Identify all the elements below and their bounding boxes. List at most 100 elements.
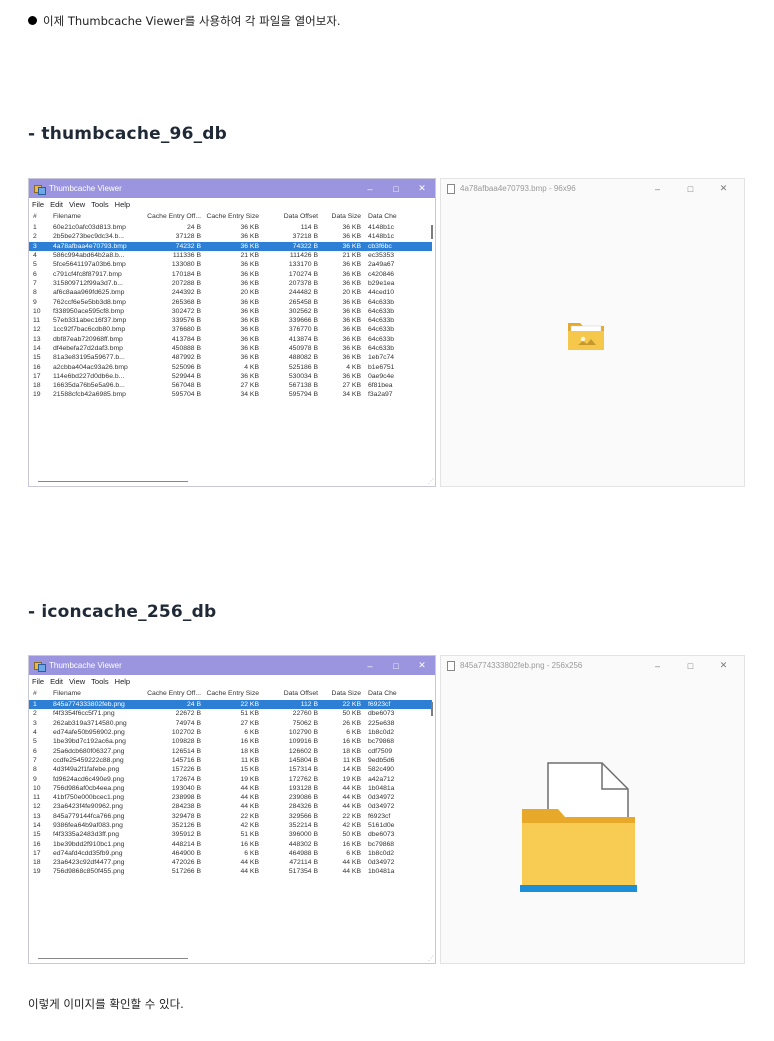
table-row[interactable]: 18 23a6423c92df4477.png 472026 B 44 KB 47211… bbox=[29, 858, 432, 867]
menu-help[interactable]: Help bbox=[115, 200, 130, 209]
column-header-cache-entry-size[interactable]: Cache Entry Size bbox=[203, 690, 261, 697]
table-row[interactable]: 18 16635da76b5e5a96.b... 567048 B 27 KB 5671… bbox=[29, 381, 432, 390]
close-button[interactable]: ✕ bbox=[409, 179, 435, 198]
minimize-button[interactable]: – bbox=[357, 179, 383, 198]
column-header-number[interactable]: # bbox=[29, 690, 49, 697]
preview-minimize-button[interactable]: – bbox=[641, 184, 674, 194]
table-row-selected[interactable]: 3 4a78afbaa4e70793.bmp 74232 B 36 KB 74322 B… bbox=[29, 241, 432, 251]
column-header-filename[interactable]: Filename bbox=[49, 690, 145, 697]
horizontal-scrollbar[interactable] bbox=[38, 958, 188, 959]
cell-cache-entry-offset: 37128 B bbox=[175, 233, 201, 241]
table-row-selected[interactable]: 1 845a774333802feb.png 24 B 22 KB 112 B 22 KB… bbox=[29, 700, 432, 710]
table-row[interactable]: 3 262ab319a3714580.png 74974 B 27 KB 75062 B… bbox=[29, 719, 432, 728]
horizontal-scrollbar[interactable] bbox=[38, 481, 188, 482]
preview-titlebar[interactable]: 845a774333802feb.png - 256x256 – □ ✕ bbox=[441, 656, 744, 675]
cell-cache-entry-size: 36 KB bbox=[240, 233, 259, 241]
column-header-data-checksum[interactable]: Data Che bbox=[363, 213, 432, 220]
table-row[interactable]: 11 57eb331abec16f37.bmp 339576 B 36 KB 33966… bbox=[29, 316, 432, 325]
table-row[interactable]: 4 586c994abd64b2a8.b... 111336 B 21 KB 11142… bbox=[29, 251, 432, 260]
maximize-button[interactable]: □ bbox=[383, 179, 409, 198]
preview-maximize-button[interactable]: □ bbox=[674, 661, 707, 671]
minimize-button[interactable]: – bbox=[357, 656, 383, 675]
menu-edit[interactable]: Edit bbox=[50, 677, 63, 686]
table-row[interactable]: 5 1be39bd7c192ac6a.png 109828 B 16 KB 109916… bbox=[29, 737, 432, 746]
menu-help[interactable]: Help bbox=[115, 677, 130, 686]
menu-edit[interactable]: Edit bbox=[50, 200, 63, 209]
column-header-data-offset[interactable]: Data Offset bbox=[261, 213, 320, 220]
table-row[interactable]: 16 1be39bdd2f910bc1.png 448214 B 16 KB 44830… bbox=[29, 839, 432, 848]
close-button[interactable]: ✕ bbox=[409, 656, 435, 675]
preview-maximize-button[interactable]: □ bbox=[674, 184, 707, 194]
window-titlebar[interactable]: Thumbcache Viewer – □ ✕ bbox=[29, 656, 435, 675]
table-row[interactable]: 9 762ccf6e5e5bb3d8.bmp 265368 B 36 KB 265458… bbox=[29, 297, 432, 306]
cell-filename: 5fce5641197a03b6.bmp bbox=[53, 261, 126, 269]
table-row[interactable]: 8 af6c8aaa969fd625.bmp 244392 B 20 KB 244482… bbox=[29, 288, 432, 297]
table-row[interactable]: 7 315809712f99a3d7.b... 207288 B 36 KB 20737… bbox=[29, 279, 432, 288]
column-header-cache-entry-size[interactable]: Cache Entry Size bbox=[203, 213, 261, 220]
table-row[interactable]: 19 756d9868c850f455.png 517266 B 44 KB 51735… bbox=[29, 867, 432, 876]
cell-filename: 81a3e83195a59677.b... bbox=[53, 354, 125, 362]
cell-number: 5 bbox=[33, 261, 37, 269]
table-row[interactable]: 6 c791cf4fc8f87917.bmp 170184 B 36 KB 170274… bbox=[29, 269, 432, 278]
cell-cache-entry-offset: 74232 B bbox=[175, 242, 201, 250]
vertical-scrollbar[interactable] bbox=[431, 225, 433, 239]
table-row[interactable]: 12 23a6423f4fe90962.png 284238 B 44 KB 28432… bbox=[29, 802, 432, 811]
menu-view[interactable]: View bbox=[69, 677, 85, 686]
menu-tools[interactable]: Tools bbox=[91, 677, 109, 686]
table-row[interactable]: 16 a2cbba404ac93a26.bmp 525096 B 4 KB 525186… bbox=[29, 362, 432, 371]
table-row[interactable]: 17 114e6bd227d0db6e.b... 529944 B 36 KB 5300… bbox=[29, 372, 432, 381]
table-row[interactable]: 11 41bf750e000bcec1.png 238998 B 44 KB 23908… bbox=[29, 793, 432, 802]
column-header-cache-entry-offset[interactable]: Cache Entry Off... bbox=[145, 213, 203, 220]
preview-window-controls: – □ ✕ bbox=[641, 179, 740, 198]
table-row[interactable]: 2 f4f3354f6cc5f71.png 22672 B 51 KB 22760 B 5… bbox=[29, 709, 432, 718]
column-header-data-checksum[interactable]: Data Che bbox=[363, 690, 432, 697]
table-row[interactable]: 17 ed74afd4cdd35fb9.png 464900 B 6 KB 464988… bbox=[29, 849, 432, 858]
column-header-data-offset[interactable]: Data Offset bbox=[261, 690, 320, 697]
table-row[interactable]: 15 81a3e83195a59677.b... 487992 B 36 KB 4880… bbox=[29, 353, 432, 362]
preview-titlebar[interactable]: 4a78afbaa4e70793.bmp - 96x96 – □ ✕ bbox=[441, 179, 744, 198]
menu-view[interactable]: View bbox=[69, 200, 85, 209]
maximize-button[interactable]: □ bbox=[383, 656, 409, 675]
table-row[interactable]: 7 ccdfe25459222c88.png 145716 B 11 KB 145804… bbox=[29, 756, 432, 765]
table-row[interactable]: 13 dbf87eab720968ff.bmp 413784 B 36 KB 41387… bbox=[29, 335, 432, 344]
menu-tools[interactable]: Tools bbox=[91, 200, 109, 209]
table-row[interactable]: 6 25a6dcb680f06327.png 126514 B 18 KB 126602… bbox=[29, 746, 432, 755]
table-row[interactable]: 5 5fce5641197a03b6.bmp 133080 B 36 KB 133170… bbox=[29, 260, 432, 269]
table-row[interactable]: 9 fd9624acd6c490e9.png 172674 B 19 KB 172762… bbox=[29, 774, 432, 783]
cell-data-checksum: a42a712 bbox=[368, 775, 395, 783]
table-row[interactable]: 12 1cc92f7bac6cdb80.bmp 376680 B 36 KB 37677… bbox=[29, 325, 432, 334]
folder-with-document-icon bbox=[520, 762, 637, 892]
column-header-data-size[interactable]: Data Size bbox=[320, 213, 363, 220]
column-header-cache-entry-offset[interactable]: Cache Entry Off... bbox=[145, 690, 203, 697]
vertical-scrollbar[interactable] bbox=[431, 702, 433, 716]
table-row[interactable]: 14 df4ebefa27d2daf3.bmp 450888 B 36 KB 45097… bbox=[29, 344, 432, 353]
resize-grip-icon[interactable]: ⋰ bbox=[428, 955, 434, 962]
menu-file[interactable]: File bbox=[32, 200, 44, 209]
cell-cache-entry-offset: 472026 B bbox=[171, 859, 201, 867]
window-titlebar[interactable]: Thumbcache Viewer – □ ✕ bbox=[29, 179, 435, 198]
table-row[interactable]: 13 845a779144fca766.png 329478 B 22 KB 32956… bbox=[29, 812, 432, 821]
cell-number: 3 bbox=[33, 719, 37, 727]
table-row[interactable]: 10 756d986af0cb4eea.png 193040 B 44 KB 19312… bbox=[29, 784, 432, 793]
table-row[interactable]: 14 9386fea64b9af083.png 352126 B 42 KB 35221… bbox=[29, 821, 432, 830]
cell-filename: 21588cfcb42a6985.bmp bbox=[53, 391, 126, 399]
cell-data-checksum: bc79868 bbox=[368, 840, 395, 848]
column-header-number[interactable]: # bbox=[29, 213, 49, 220]
table-row[interactable]: 19 21588cfcb42a6985.bmp 595704 B 34 KB 59579… bbox=[29, 390, 432, 399]
menu-file[interactable]: File bbox=[32, 677, 44, 686]
cell-data-offset: 37218 B bbox=[292, 233, 318, 241]
preview-close-button[interactable]: ✕ bbox=[707, 660, 740, 671]
table-row[interactable]: 10 f338950ace595cf8.bmp 302472 B 36 KB 30256… bbox=[29, 307, 432, 316]
column-header-data-size[interactable]: Data Size bbox=[320, 690, 363, 697]
table-row[interactable]: 8 4d3f49a2f1fafebe.png 157226 B 15 KB 157314… bbox=[29, 765, 432, 774]
preview-close-button[interactable]: ✕ bbox=[707, 183, 740, 194]
table-row[interactable]: 4 ed74afe50b956902.png 102702 B 6 KB 102790 … bbox=[29, 728, 432, 737]
table-row[interactable]: 1 60e21c0afc03d813.bmp 24 B 36 KB 114 B 36 KB… bbox=[29, 223, 432, 232]
column-header-filename[interactable]: Filename bbox=[49, 213, 145, 220]
table-row[interactable]: 2 2b5be273bec9dc34.b... 37128 B 36 KB 37218 … bbox=[29, 232, 432, 241]
cell-cache-entry-offset: 352126 B bbox=[171, 822, 201, 829]
cell-cache-entry-offset: 302472 B bbox=[171, 307, 201, 315]
preview-minimize-button[interactable]: – bbox=[641, 661, 674, 671]
resize-grip-icon[interactable]: ⋰ bbox=[428, 478, 434, 485]
table-row[interactable]: 15 f4f3335a2483d3ff.png 395912 B 51 KB 39600… bbox=[29, 830, 432, 839]
